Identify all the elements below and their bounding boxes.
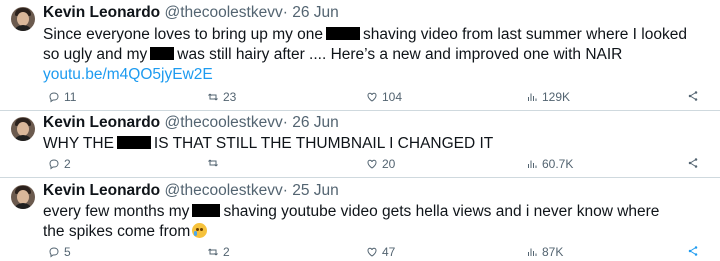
tweet-link[interactable]: youtu.be/m4QO5jyEw2E: [43, 66, 213, 83]
like-button[interactable]: 20: [366, 157, 395, 171]
tweet-header: Kevin Leonardo @thecoolestkevv· 26 Jun: [43, 114, 339, 132]
reply-icon: [49, 92, 59, 103]
reply-button[interactable]: 2: [48, 157, 71, 171]
repost-count: 2: [223, 245, 230, 259]
reply-button[interactable]: 5: [48, 245, 71, 259]
views-icon: [528, 248, 537, 256]
like-count: 20: [382, 157, 396, 171]
tweet-1[interactable]: Kevin Leonardo @thecoolestkevv· 26 Jun S…: [0, 0, 720, 110]
timestamp[interactable]: 26 Jun: [292, 4, 339, 21]
view-count: 60.7K: [542, 157, 574, 171]
like-button[interactable]: 104: [366, 90, 402, 104]
tweet-actions: 5 2 47 87K: [43, 245, 703, 261]
tweet-text: Since everyone loves to bring up my one s…: [43, 25, 713, 85]
tweet-text-segment: IS THAT STILL THE THUMBNAIL I CHANGED IT: [153, 135, 494, 152]
display-name[interactable]: Kevin Leonardo: [43, 182, 160, 199]
tweet-text-segment: the spikes come from: [43, 223, 191, 240]
repost-button[interactable]: 23: [207, 90, 236, 104]
separator-dot: ·: [282, 182, 288, 199]
reply-count: 5: [64, 245, 71, 259]
avatar[interactable]: [11, 185, 35, 209]
like-count: 104: [382, 90, 403, 104]
display-name[interactable]: Kevin Leonardo: [43, 114, 160, 131]
views-button[interactable]: 60.7K: [526, 157, 573, 171]
view-count: 129K: [542, 90, 571, 104]
reply-count: 11: [64, 90, 77, 104]
handle[interactable]: @thecoolestkevv: [164, 114, 282, 131]
redaction-bar: [150, 47, 175, 60]
tweet-text-segment: shaving youtube video gets hella views a…: [223, 203, 660, 220]
views-icon: [528, 160, 537, 168]
like-count: 47: [382, 245, 396, 259]
heart-icon: [367, 92, 377, 102]
tweet-header: Kevin Leonardo @thecoolestkevv· 26 Jun: [43, 4, 339, 22]
share-button[interactable]: [687, 157, 699, 169]
crying-face-emoji: [192, 223, 208, 238]
tweet-2[interactable]: Kevin Leonardo @thecoolestkevv· 26 Jun W…: [0, 111, 720, 177]
handle[interactable]: @thecoolestkevv: [164, 4, 282, 21]
tweet-text-segment: Since everyone loves to bring up my one: [43, 26, 324, 43]
repost-button[interactable]: 2: [207, 245, 230, 259]
share-icon: [688, 246, 698, 256]
tweet-text-segment: every few months my: [43, 203, 190, 220]
redaction-bar: [192, 204, 221, 217]
repost-icon: [208, 248, 218, 256]
repost-icon: [208, 159, 218, 167]
reply-button[interactable]: 11: [48, 90, 76, 104]
avatar[interactable]: [11, 7, 35, 31]
avatar[interactable]: [11, 117, 35, 141]
reply-icon: [49, 247, 59, 258]
views-button[interactable]: 87K: [526, 245, 563, 259]
repost-count: 23: [223, 90, 237, 104]
views-icon: [528, 93, 537, 101]
share-button[interactable]: [687, 90, 699, 102]
tweet-text-segment: so ugly and my: [43, 46, 148, 63]
share-icon: [688, 91, 698, 101]
tweet-text: every few months my shaving youtube video…: [43, 202, 713, 242]
repost-button[interactable]: [207, 157, 223, 169]
repost-icon: [208, 93, 218, 101]
redaction-bar: [326, 27, 361, 40]
tweet-text-segment: was still hairy after .... Here’s a new …: [177, 46, 623, 63]
heart-icon: [367, 159, 377, 169]
share-icon: [688, 158, 698, 168]
tweet-text-segment: shaving video from last summer where I l…: [363, 26, 687, 43]
tweet-text: WHY THE IS THAT STILL THE THUMBNAIL I CHA…: [43, 134, 713, 154]
timestamp[interactable]: 25 Jun: [292, 182, 339, 199]
tweet-3[interactable]: Kevin Leonardo @thecoolestkevv· 25 Jun e…: [0, 178, 720, 261]
tweet-actions: 2 20 60.7K: [43, 157, 703, 173]
redaction-bar: [116, 136, 151, 149]
separator-dot: ·: [282, 4, 288, 21]
view-count: 87K: [542, 245, 564, 259]
tweet-actions: 11 23 104 129K: [43, 90, 703, 106]
separator-dot: ·: [282, 114, 288, 131]
reply-icon: [49, 159, 59, 170]
share-button[interactable]: [687, 245, 699, 257]
display-name[interactable]: Kevin Leonardo: [43, 4, 160, 21]
heart-icon: [367, 247, 377, 257]
reply-count: 2: [64, 157, 71, 171]
handle[interactable]: @thecoolestkevv: [164, 182, 282, 199]
tweet-thread: Kevin Leonardo @thecoolestkevv· 26 Jun S…: [0, 0, 720, 261]
like-button[interactable]: 47: [366, 245, 395, 259]
timestamp[interactable]: 26 Jun: [292, 114, 339, 131]
tweet-text-segment: WHY THE: [43, 135, 114, 152]
tweet-header: Kevin Leonardo @thecoolestkevv· 25 Jun: [43, 182, 339, 200]
views-button[interactable]: 129K: [526, 90, 570, 104]
